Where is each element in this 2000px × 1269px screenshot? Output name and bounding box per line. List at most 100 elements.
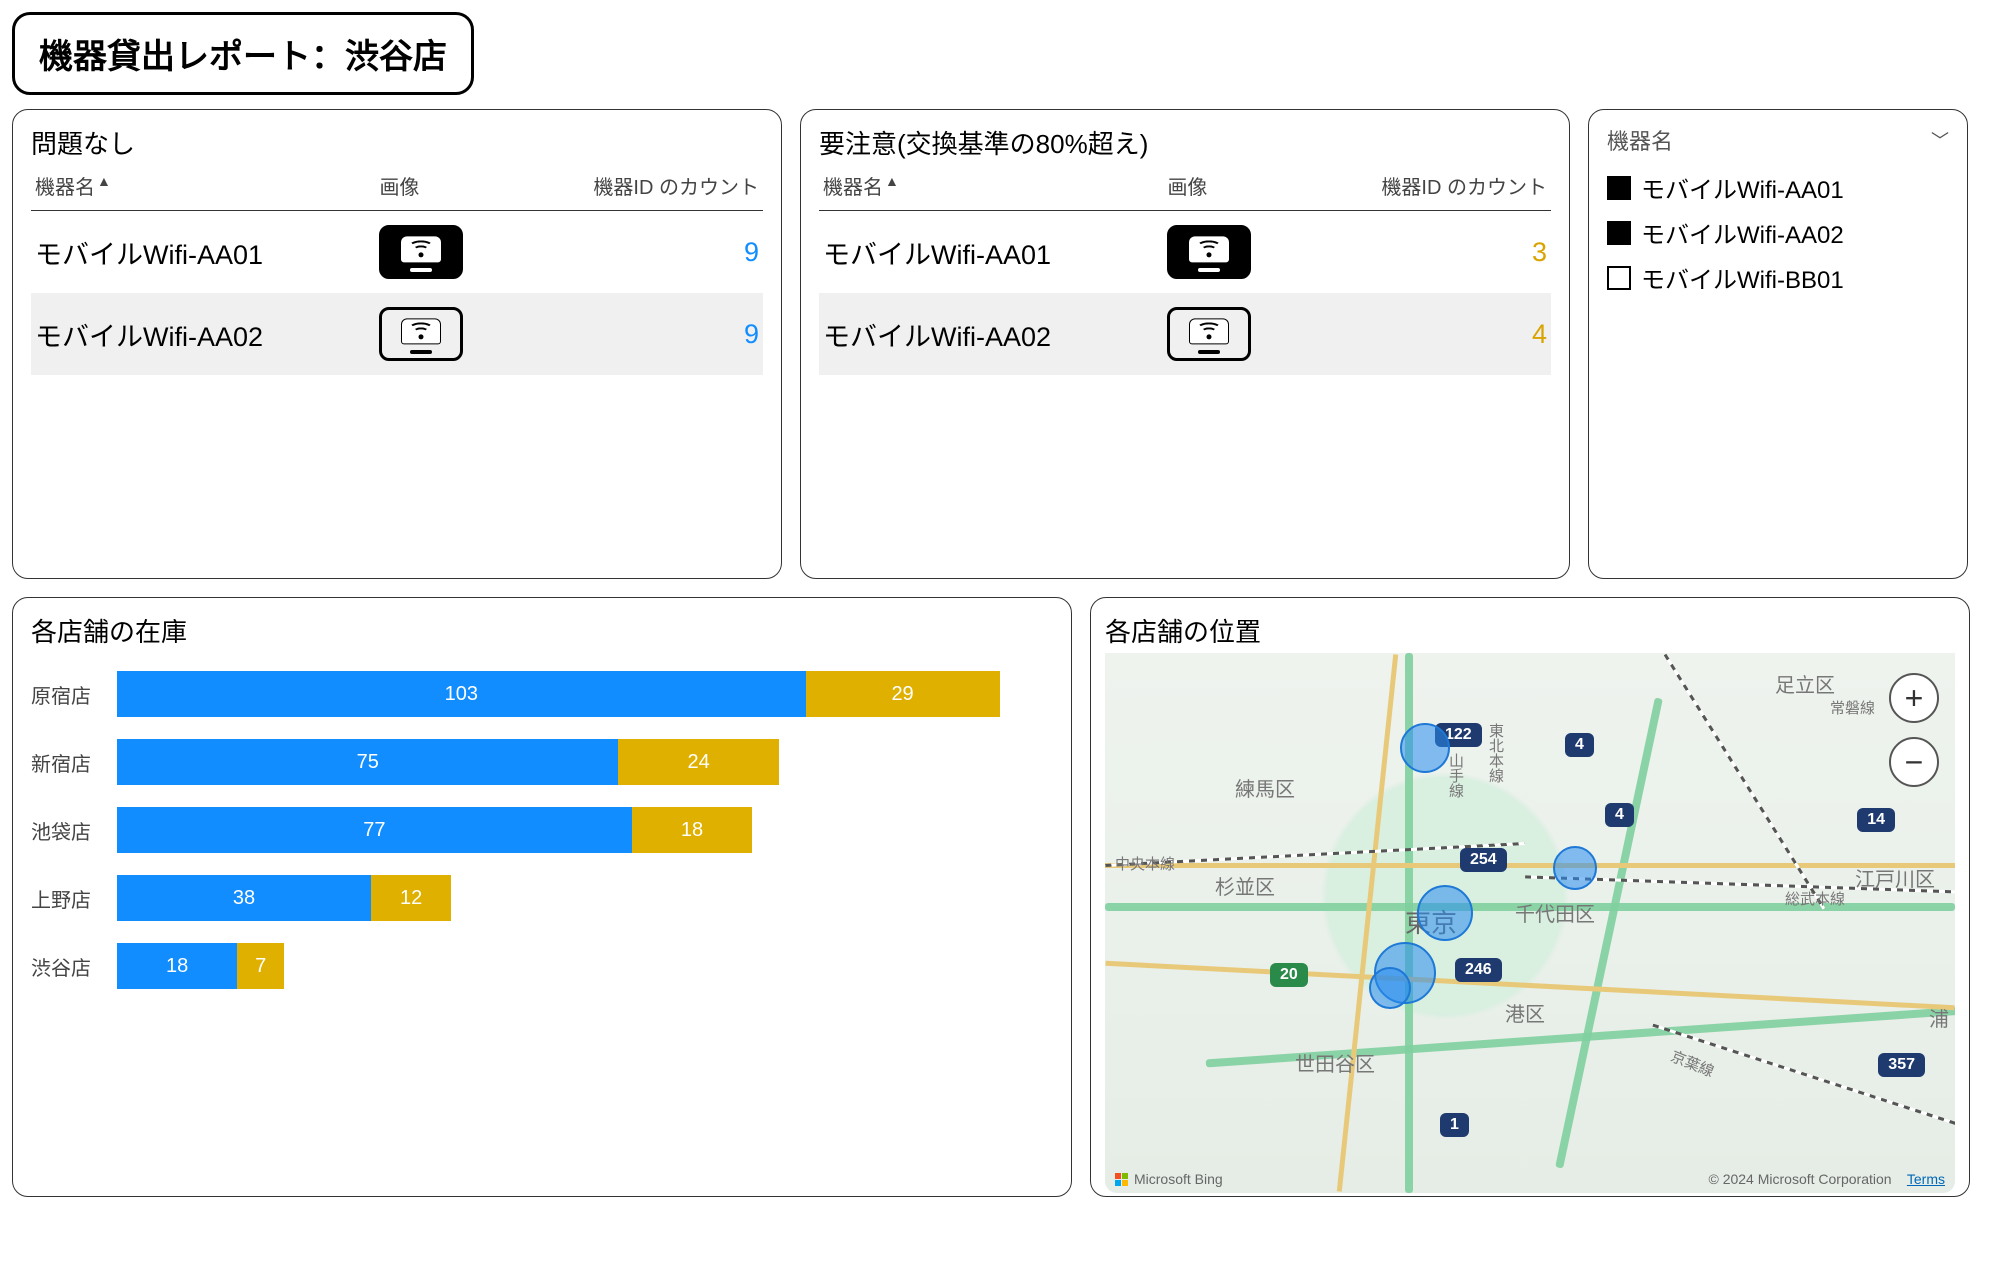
cell-image bbox=[375, 211, 509, 294]
cell-image bbox=[1163, 211, 1297, 294]
panel-ok: 問題なし 機器名▲ 画像 機器ID のカウント モバイルWifi-AA01 bbox=[12, 109, 782, 579]
bar-track: 7524 bbox=[117, 739, 1053, 785]
panel-ok-title: 問題なし bbox=[31, 124, 763, 161]
col-name[interactable]: 機器名▲ bbox=[31, 165, 375, 211]
map-road bbox=[1337, 654, 1398, 1192]
checkbox-icon[interactable] bbox=[1607, 221, 1631, 245]
route-shield: 357 bbox=[1878, 1053, 1925, 1077]
bar-segment[interactable]: 7 bbox=[237, 943, 284, 989]
map-label: 常磐線 bbox=[1830, 697, 1875, 718]
route-shield: 246 bbox=[1455, 958, 1502, 982]
wifi-device-icon bbox=[379, 225, 463, 279]
panel-stock: 各店舗の在庫 原宿店10329新宿店7524池袋店7718上野店3812渋谷店1… bbox=[12, 597, 1072, 1197]
cell-count: 4 bbox=[1298, 293, 1551, 375]
slicer-label: モバイルWifi-AA02 bbox=[1641, 215, 1844, 250]
map-label: 東北本線 bbox=[1485, 723, 1506, 783]
bar-row[interactable]: 原宿店10329 bbox=[31, 671, 1053, 717]
bar-segment[interactable]: 18 bbox=[117, 943, 237, 989]
bar-row[interactable]: 渋谷店187 bbox=[31, 943, 1053, 989]
map-bubble[interactable] bbox=[1417, 885, 1473, 941]
bar-row[interactable]: 新宿店7524 bbox=[31, 739, 1053, 785]
bar-segment[interactable]: 18 bbox=[632, 807, 752, 853]
slicer-header[interactable]: 機器名 ﹀ bbox=[1607, 124, 1949, 156]
bar-segment[interactable]: 103 bbox=[117, 671, 806, 717]
cell-count: 3 bbox=[1298, 211, 1551, 294]
cell-image bbox=[1163, 293, 1297, 375]
route-shield: 14 bbox=[1857, 808, 1895, 832]
checkbox-icon[interactable] bbox=[1607, 266, 1631, 290]
panel-warn-table: 機器名▲ 画像 機器ID のカウント モバイルWifi-AA01 3 モバイルW… bbox=[819, 165, 1551, 375]
route-shield: 254 bbox=[1460, 848, 1507, 872]
sort-asc-icon: ▲ bbox=[97, 173, 111, 189]
map-road bbox=[1105, 863, 1955, 868]
zoom-in-button[interactable]: + bbox=[1889, 673, 1939, 723]
slicer-item[interactable]: モバイルWifi-AA01 bbox=[1607, 170, 1949, 205]
report-title-box: 機器貸出レポート：渋谷店 bbox=[12, 12, 474, 95]
cell-name: モバイルWifi-AA01 bbox=[31, 211, 375, 294]
slicer-item[interactable]: モバイルWifi-BB01 bbox=[1607, 260, 1949, 295]
bar-segment[interactable]: 77 bbox=[117, 807, 632, 853]
top-row: 問題なし 機器名▲ 画像 機器ID のカウント モバイルWifi-AA01 bbox=[12, 109, 1988, 579]
bing-logo-icon bbox=[1115, 1173, 1128, 1186]
panel-map-title: 各店舗の位置 bbox=[1105, 612, 1955, 649]
chevron-down-icon[interactable]: ﹀ bbox=[1931, 127, 1949, 153]
map-label: 港区 bbox=[1505, 998, 1545, 1027]
col-count[interactable]: 機器ID のカウント bbox=[510, 165, 763, 211]
map-attribution-right: © 2024 Microsoft Corporation Terms bbox=[1708, 1171, 1945, 1187]
cell-count: 9 bbox=[510, 211, 763, 294]
zoom-out-button[interactable]: − bbox=[1889, 737, 1939, 787]
cell-count: 9 bbox=[510, 293, 763, 375]
stock-barchart[interactable]: 原宿店10329新宿店7524池袋店7718上野店3812渋谷店187 bbox=[31, 671, 1053, 989]
map-attribution-left: Microsoft Bing bbox=[1115, 1171, 1223, 1187]
checkbox-icon[interactable] bbox=[1607, 176, 1631, 200]
map-label: 江戸川区 bbox=[1855, 863, 1935, 892]
map-label: 杉並区 bbox=[1215, 871, 1275, 900]
bar-segment[interactable]: 12 bbox=[371, 875, 451, 921]
table-row[interactable]: モバイルWifi-AA01 9 bbox=[31, 211, 763, 294]
panel-ok-table: 機器名▲ 画像 機器ID のカウント モバイルWifi-AA01 9 モバイルW… bbox=[31, 165, 763, 375]
route-shield: 4 bbox=[1565, 733, 1594, 757]
bar-track: 187 bbox=[117, 943, 1053, 989]
map-label: 足立区 bbox=[1775, 669, 1835, 698]
bar-segment[interactable]: 29 bbox=[806, 671, 1000, 717]
bottom-row: 各店舗の在庫 原宿店10329新宿店7524池袋店7718上野店3812渋谷店1… bbox=[12, 597, 1988, 1197]
map-label: 中央本線 bbox=[1115, 853, 1175, 874]
map-label: 千代田区 bbox=[1515, 898, 1595, 927]
bar-label: 渋谷店 bbox=[31, 952, 117, 981]
wifi-device-icon bbox=[1167, 225, 1251, 279]
cell-image bbox=[375, 293, 509, 375]
col-name[interactable]: 機器名▲ bbox=[819, 165, 1163, 211]
bar-label: 新宿店 bbox=[31, 748, 117, 777]
cell-name: モバイルWifi-AA02 bbox=[31, 293, 375, 375]
bar-track: 10329 bbox=[117, 671, 1053, 717]
map-label: 総武本線 bbox=[1785, 888, 1845, 909]
map-bubble[interactable] bbox=[1400, 723, 1450, 773]
panel-slicer: 機器名 ﹀ モバイルWifi-AA01 モバイルWifi-AA02 モバイルWi… bbox=[1588, 109, 1968, 579]
bar-segment[interactable]: 24 bbox=[618, 739, 778, 785]
map-bubble[interactable] bbox=[1369, 967, 1411, 1009]
route-shield: 4 bbox=[1605, 803, 1634, 827]
bar-segment[interactable]: 75 bbox=[117, 739, 618, 785]
table-row[interactable]: モバイルWifi-AA02 9 bbox=[31, 293, 763, 375]
map-terms-link[interactable]: Terms bbox=[1907, 1171, 1945, 1187]
bar-row[interactable]: 池袋店7718 bbox=[31, 807, 1053, 853]
col-image[interactable]: 画像 bbox=[375, 165, 509, 211]
bar-label: 池袋店 bbox=[31, 816, 117, 845]
slicer-title: 機器名 bbox=[1607, 124, 1673, 156]
map-road bbox=[1555, 697, 1663, 1168]
slicer-label: モバイルWifi-AA01 bbox=[1641, 170, 1844, 205]
table-row[interactable]: モバイルWifi-AA02 4 bbox=[819, 293, 1551, 375]
bar-row[interactable]: 上野店3812 bbox=[31, 875, 1053, 921]
map-bubble[interactable] bbox=[1553, 846, 1597, 890]
wifi-device-icon bbox=[379, 307, 463, 361]
bar-label: 上野店 bbox=[31, 884, 117, 913]
bar-segment[interactable]: 38 bbox=[117, 875, 371, 921]
route-shield: 20 bbox=[1270, 963, 1308, 987]
map-canvas[interactable]: 足立区 練馬区 杉並区 東京 千代田区 港区 世田谷区 江戸川区 浦 中央本線 … bbox=[1105, 653, 1955, 1193]
panel-map: 各店舗の位置 足立区 練馬区 杉並区 東京 千代田区 港区 世田谷区 江戸川区 bbox=[1090, 597, 1970, 1197]
table-row[interactable]: モバイルWifi-AA01 3 bbox=[819, 211, 1551, 294]
col-image[interactable]: 画像 bbox=[1163, 165, 1297, 211]
bar-track: 3812 bbox=[117, 875, 1053, 921]
col-count[interactable]: 機器ID のカウント bbox=[1298, 165, 1551, 211]
slicer-item[interactable]: モバイルWifi-AA02 bbox=[1607, 215, 1949, 250]
